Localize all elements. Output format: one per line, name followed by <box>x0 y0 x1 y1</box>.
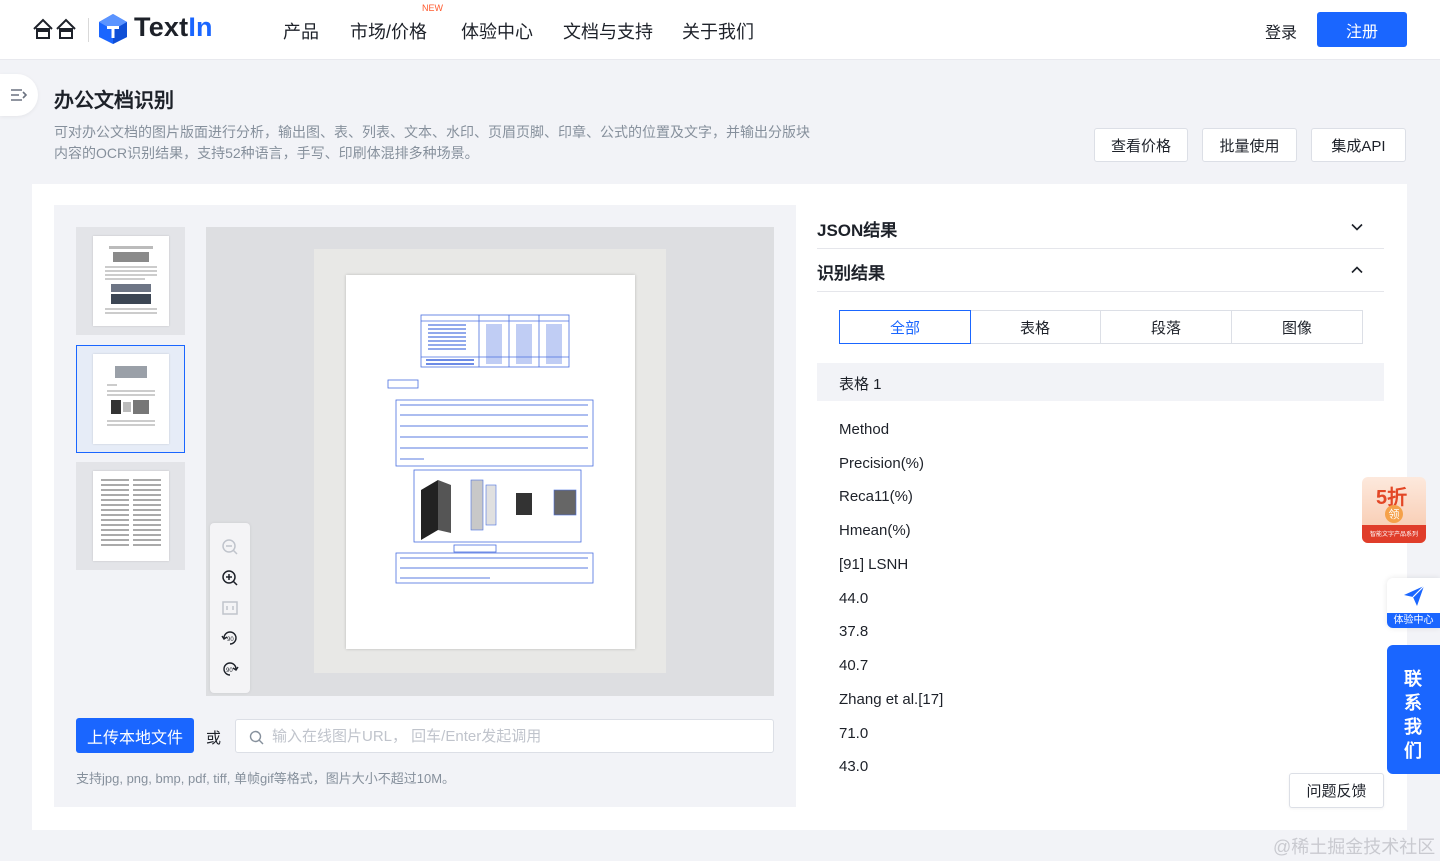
logo-divider <box>88 18 89 42</box>
result-list-item: Precision(%) <box>839 455 925 472</box>
contact-char: 我 <box>1404 717 1422 737</box>
batch-use-button[interactable]: 批量使用 <box>1202 128 1297 162</box>
table-section-header: 表格 1 <box>817 363 1384 401</box>
brand-name[interactable]: TextIn <box>134 12 213 43</box>
fit-page-icon <box>222 601 238 615</box>
result-type-tabs: 全部 表格 段落 图像 <box>839 310 1363 344</box>
page-thumbnail[interactable] <box>76 462 185 570</box>
page-thumbnail[interactable] <box>76 227 185 335</box>
watermark: @稀土掘金技术社区 <box>1273 837 1436 857</box>
chevron-down-icon <box>1351 223 1363 231</box>
page-title: 办公文档识别 <box>54 90 174 112</box>
rotate-right-button[interactable]: 90 <box>218 657 242 681</box>
feedback-button[interactable]: 问题反馈 <box>1289 773 1384 808</box>
zoom-in-button[interactable] <box>218 566 242 590</box>
menu-expand-icon <box>11 89 28 101</box>
json-result-accordion[interactable]: JSON结果 <box>817 206 1384 249</box>
result-list-item: [91] LSNH <box>839 556 909 573</box>
result-list-item: 71.0 <box>839 725 869 742</box>
recognition-result-accordion[interactable]: 识别结果 <box>817 249 1384 292</box>
result-list-item: Hmean(%) <box>839 522 911 539</box>
result-list-item: Zhang et al.[17] <box>839 691 944 708</box>
tab-image[interactable]: 图像 <box>1232 311 1362 343</box>
result-list-item: Reca11(%) <box>839 488 913 505</box>
supported-formats-note: 支持jpg, png, bmp, pdf, tiff, 单帧gif等格式，图片大… <box>76 771 456 786</box>
recognition-result-title: 识别结果 <box>817 264 885 283</box>
contact-us-widget[interactable]: 联 系 我 们 <box>1387 645 1440 774</box>
hehe-logo-icon[interactable] <box>32 17 78 41</box>
nav-item-experience[interactable]: 体验中心 <box>461 18 533 44</box>
chevron-up-icon <box>1351 266 1363 274</box>
thumbnail-page-image <box>93 354 169 444</box>
fit-page-button[interactable] <box>218 596 242 620</box>
integrate-api-button[interactable]: 集成API <box>1311 128 1406 162</box>
promo-claim-coin: 领 <box>1385 505 1403 523</box>
rotate-left-button[interactable]: 90 <box>218 626 242 650</box>
thumbnail-page-image <box>93 471 169 561</box>
nav-item-product[interactable]: 产品 <box>283 18 319 44</box>
svg-text:90: 90 <box>226 668 233 674</box>
contact-char: 系 <box>1404 693 1422 713</box>
contact-char: 们 <box>1404 741 1422 761</box>
new-badge: NEW <box>422 3 443 13</box>
zoom-in-icon <box>222 570 238 586</box>
brand-suffix: In <box>188 12 213 42</box>
result-list-item: 43.0 <box>839 758 869 775</box>
result-list-item: Method <box>839 421 890 438</box>
view-price-button[interactable]: 查看价格 <box>1094 128 1188 162</box>
experience-center-widget[interactable]: 体验中心 <box>1387 578 1440 628</box>
search-icon <box>249 730 264 745</box>
brand-prefix: Text <box>134 12 189 42</box>
rotate-left-icon: 90 <box>221 631 237 645</box>
promo-caption: 智能文字产品系列 <box>1369 532 1418 538</box>
result-list-item: 44.0 <box>839 590 869 607</box>
tab-table[interactable]: 表格 <box>970 311 1101 343</box>
thumbnail-page-image <box>93 236 169 326</box>
rotate-right-icon: 90 <box>223 662 239 676</box>
svg-text:90: 90 <box>227 637 234 643</box>
zoom-out-icon <box>222 539 238 555</box>
nav-item-about[interactable]: 关于我们 <box>682 18 754 44</box>
document-page-preview <box>346 275 635 649</box>
tab-all[interactable]: 全部 <box>839 310 971 344</box>
zoom-toolbar: 90 90 <box>210 523 250 693</box>
image-url-input[interactable] <box>272 720 767 752</box>
zoom-out-button[interactable] <box>218 535 242 559</box>
paper-plane-icon <box>1404 585 1425 606</box>
nav-item-docs[interactable]: 文档与支持 <box>563 18 653 44</box>
contact-char: 联 <box>1404 669 1422 689</box>
login-link[interactable]: 登录 <box>1265 19 1297 43</box>
upload-local-file-button[interactable]: 上传本地文件 <box>76 718 194 753</box>
discount-promo-badge[interactable]: 5折 领 智能文字产品系列 <box>1362 477 1426 543</box>
url-input-container <box>235 719 774 753</box>
json-result-title: JSON结果 <box>817 221 898 240</box>
page-thumbnail-active[interactable] <box>76 345 185 453</box>
page-description: 可对办公文档的图片版面进行分析，输出图、表、列表、文本、水印、页眉页脚、印章、公… <box>54 124 810 161</box>
or-label: 或 <box>206 730 222 747</box>
sidebar-toggle-button[interactable] <box>0 74 38 116</box>
result-list-item: 40.7 <box>839 657 869 674</box>
table-section-title: 表格 1 <box>839 376 882 393</box>
textin-cube-icon[interactable] <box>98 13 128 45</box>
top-nav: TextIn 产品 市场/价格 NEW 体验中心 文档与支持 关于我们 登录 注… <box>0 0 1440 60</box>
tab-paragraph[interactable]: 段落 <box>1101 311 1232 343</box>
experience-center-label: 体验中心 <box>1387 613 1440 628</box>
register-button[interactable]: 注册 <box>1317 12 1407 47</box>
result-list-item: 37.8 <box>839 623 869 640</box>
nav-item-market[interactable]: 市场/价格 <box>350 18 427 44</box>
